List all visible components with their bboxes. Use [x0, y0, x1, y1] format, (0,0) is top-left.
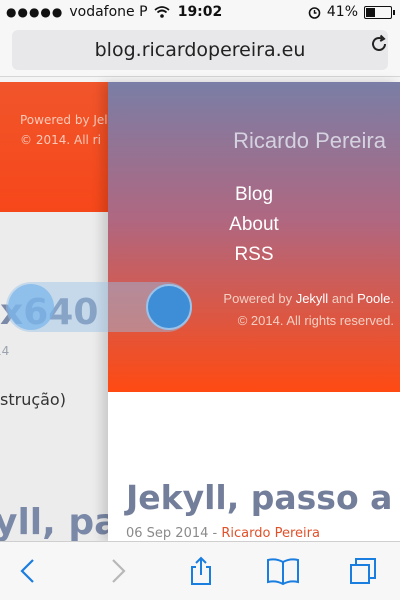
status-bar: ●●●●● vodafone P 19:02 41%	[0, 0, 400, 24]
previous-page-header: Powered by Jel © 2014. All ri	[0, 82, 108, 212]
post-meta: 06 Sep 2014 - Ricardo Pereira	[126, 526, 320, 541]
url-field[interactable]: blog.ricardopereira.eu	[12, 30, 388, 70]
bookmarks-icon[interactable]	[266, 556, 300, 586]
nav-about-link[interactable]: About	[108, 210, 400, 240]
site-title[interactable]: Ricardo Pereira	[108, 128, 400, 154]
status-right: 41%	[308, 4, 395, 20]
previous-page-footer-text: Powered by Jel © 2014. All ri	[20, 110, 108, 150]
url-text: blog.ricardopereira.eu	[94, 39, 306, 61]
nav-rss-link[interactable]: RSS	[108, 240, 400, 270]
tabs-icon[interactable]	[348, 556, 378, 586]
jekyll-link[interactable]: Jekyll	[296, 291, 329, 306]
touch-point	[146, 284, 192, 330]
previous-post-meta: 14	[0, 344, 10, 358]
previous-copyright-line: © 2014. All ri	[20, 133, 101, 147]
forward-icon[interactable]	[102, 556, 132, 586]
battery-percent: 41%	[326, 4, 358, 20]
previous-page-content: x640 14 strução) yll, pas	[0, 212, 108, 542]
poole-link[interactable]: Poole	[357, 291, 390, 306]
swipe-start-point	[8, 284, 54, 330]
previous-post-title-2: yll, pas	[0, 502, 108, 542]
battery-icon	[364, 5, 395, 19]
nav-blog-link[interactable]: Blog	[108, 180, 400, 210]
alarm-icon	[308, 6, 321, 19]
address-bar: blog.ricardopereira.eu	[0, 24, 400, 77]
bottom-toolbar	[0, 541, 400, 600]
reload-icon[interactable]	[368, 33, 390, 55]
site-header: Ricardo Pereira Blog About RSS Powered b…	[108, 82, 400, 392]
share-icon[interactable]	[186, 556, 216, 586]
post-date: 06 Sep 2014 -	[126, 526, 222, 541]
back-icon[interactable]	[14, 556, 44, 586]
powered-suffix: .	[390, 291, 394, 306]
powered-and-text: and	[328, 291, 358, 306]
post-author-link[interactable]: Ricardo Pereira	[221, 526, 320, 541]
previous-powered-line: Powered by Jel	[20, 113, 108, 127]
previous-post-text: strução)	[0, 390, 66, 409]
powered-by-text: Powered by	[223, 291, 296, 306]
site-nav: Blog About RSS	[108, 180, 400, 270]
post-title[interactable]: Jekyll, passo a pa	[126, 478, 400, 517]
